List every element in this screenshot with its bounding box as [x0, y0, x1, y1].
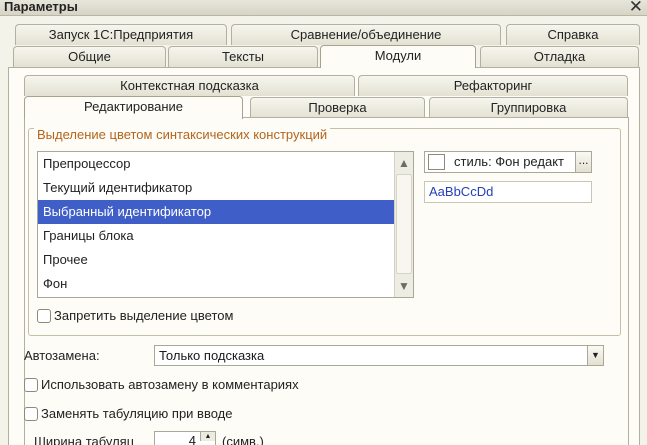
tab-compare-merge[interactable]: Сравнение/объединение	[231, 24, 501, 45]
color-sample-preview: AaBbCcDd	[424, 181, 592, 203]
tab-checking[interactable]: Проверка	[250, 97, 425, 118]
list-item[interactable]: Препроцессор	[38, 152, 395, 176]
syntax-highlight-legend: Выделение цветом синтаксических конструк…	[34, 127, 331, 142]
replace-tabs-checkbox[interactable]: Заменять табуляцию при вводе	[24, 406, 232, 421]
tab-width-label: Ширина табуляц	[34, 434, 135, 445]
list-item[interactable]: Фон	[38, 272, 395, 296]
choose-style-button[interactable]: ...	[575, 152, 591, 172]
close-icon[interactable]: ✕	[629, 0, 643, 17]
autoreplace-select[interactable]: Только подсказка ▼	[154, 345, 604, 366]
scroll-thumb[interactable]	[396, 174, 412, 274]
checkbox-box[interactable]	[24, 378, 38, 392]
scroll-down-icon[interactable]: ▼	[395, 276, 413, 296]
list-item[interactable]: Прочее	[38, 248, 395, 272]
color-style-value: стиль: Фон редакт	[454, 154, 564, 169]
tab-help[interactable]: Справка	[506, 24, 640, 45]
tab-width-spinner[interactable]: 4 ▲	[154, 431, 216, 445]
window-titlebar: Параметры ✕	[0, 0, 647, 16]
color-style-field[interactable]: стиль: Фон редакт ...	[424, 151, 592, 173]
tab-general[interactable]: Общие	[13, 46, 166, 67]
color-swatch	[428, 154, 445, 170]
disable-color-checkbox[interactable]: Запретить выделение цветом	[37, 308, 233, 323]
list-item[interactable]: Текущий идентификатор	[38, 176, 395, 200]
tab-debug[interactable]: Отладка	[480, 46, 639, 67]
tab-texts[interactable]: Тексты	[168, 46, 318, 67]
chevron-down-icon[interactable]: ▼	[587, 346, 603, 365]
tab-refactoring[interactable]: Рефакторинг	[358, 75, 628, 96]
tab-modules[interactable]: Модули	[320, 45, 476, 68]
use-autoreplace-in-comments-label: Использовать автозамену в комментариях	[41, 377, 299, 392]
tab-context-hint[interactable]: Контекстная подсказка	[24, 75, 355, 96]
scroll-up-icon[interactable]: ▲	[395, 153, 413, 173]
list-item-selected[interactable]: Выбранный идентификатор	[38, 200, 395, 224]
window-title: Параметры	[4, 0, 78, 14]
autoreplace-value: Только подсказка	[159, 348, 265, 363]
tab-launch-enterprise[interactable]: Запуск 1С:Предприятия	[15, 24, 227, 45]
use-autoreplace-in-comments-checkbox[interactable]: Использовать автозамену в комментариях	[24, 377, 299, 392]
checkbox-box[interactable]	[37, 309, 51, 323]
autoreplace-label: Автозамена:	[24, 348, 100, 363]
spin-up-icon[interactable]: ▲	[200, 432, 215, 441]
tab-width-unit: (симв.)	[222, 434, 264, 445]
list-scrollbar[interactable]: ▲ ▼	[394, 152, 413, 297]
tab-width-value: 4	[188, 433, 196, 445]
checkbox-box[interactable]	[24, 407, 38, 421]
syntax-construct-list[interactable]: Препроцессор Текущий идентификатор Выбра…	[37, 151, 414, 298]
disable-color-label: Запретить выделение цветом	[54, 308, 234, 323]
tab-grouping[interactable]: Группировка	[429, 97, 628, 118]
list-item[interactable]: Границы блока	[38, 224, 395, 248]
replace-tabs-label: Заменять табуляцию при вводе	[41, 406, 233, 421]
tab-editing[interactable]: Редактирование	[24, 96, 243, 119]
